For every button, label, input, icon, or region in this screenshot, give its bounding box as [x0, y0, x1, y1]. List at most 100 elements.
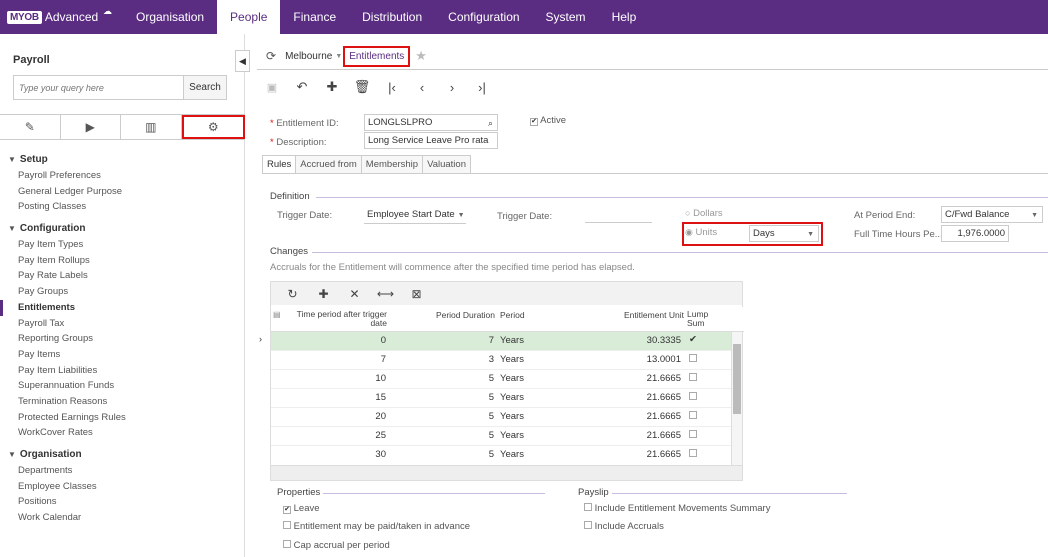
menu-distribution[interactable]: Distribution	[349, 0, 435, 34]
nav-item[interactable]: Pay Items	[0, 347, 245, 363]
include-movements-checkbox[interactable]: Include Entitlement Movements Summary	[584, 503, 770, 514]
units-select[interactable]: Days ▼	[749, 225, 819, 242]
cap-accrual-checkbox[interactable]: Cap accrual per period	[283, 540, 390, 551]
tab-membership[interactable]: Membership	[360, 155, 424, 173]
gear-icon[interactable]: ⚙	[181, 115, 245, 139]
collapse-sidebar-button[interactable]: ◀	[235, 50, 250, 72]
lump-sum-unchecked-icon[interactable]	[689, 449, 697, 460]
column-header[interactable]: Period Duration	[391, 310, 495, 320]
group-header[interactable]: ▼ Configuration	[0, 221, 245, 237]
nav-item[interactable]: Termination Reasons	[0, 394, 245, 410]
nav-item[interactable]: Positions	[0, 494, 245, 510]
delete-icon[interactable]: 🗑	[347, 79, 377, 95]
table-row[interactable]: 15 5 Years 21.6665	[271, 389, 731, 408]
active-checkbox[interactable]: ✔ Active	[530, 115, 566, 126]
tab-accrued-from[interactable]: Accrued from	[295, 155, 362, 173]
nav-item[interactable]: Posting Classes	[0, 199, 245, 215]
myob-logo[interactable]: MYOB Advanced ☁	[7, 0, 123, 34]
nav-item[interactable]: Payroll Tax	[0, 316, 245, 332]
nav-item[interactable]: Pay Rate Labels	[0, 268, 245, 284]
leave-checkbox[interactable]: ✔ Leave	[283, 503, 320, 514]
horizontal-scrollbar[interactable]	[271, 465, 742, 480]
previous-record-icon[interactable]: ‹	[407, 80, 437, 95]
group-header[interactable]: ▼ Setup	[0, 152, 245, 168]
lump-sum-unchecked-icon[interactable]	[689, 373, 697, 384]
export-icon[interactable]: ⊠	[401, 287, 432, 301]
nav-item[interactable]: General Ledger Purpose	[0, 184, 245, 200]
lump-sum-unchecked-icon[interactable]	[689, 392, 697, 403]
full-time-hours-field[interactable]: 1,976.0000	[941, 225, 1009, 242]
tab-rules[interactable]: Rules	[262, 155, 297, 173]
nav-item[interactable]: Work Calendar	[0, 510, 245, 526]
table-row[interactable]: 7 3 Years 13.0001	[271, 351, 731, 370]
search-icon[interactable]: ⌕	[488, 117, 493, 129]
menu-organisation[interactable]: Organisation	[123, 0, 217, 34]
group-header[interactable]: ▼ Organisation	[0, 447, 245, 463]
description-field[interactable]: Long Service Leave Pro rata	[364, 132, 498, 149]
nav-item[interactable]: Pay Groups	[0, 284, 245, 300]
lump-sum-unchecked-icon[interactable]	[689, 411, 697, 422]
trigger-date-2-field[interactable]	[585, 222, 652, 223]
nav-item[interactable]: Reporting Groups	[0, 331, 245, 347]
nav-item[interactable]: Superannuation Funds	[0, 378, 245, 394]
scrollbar-thumb[interactable]	[733, 344, 741, 414]
add-icon[interactable]: ✚	[317, 79, 347, 95]
undo-icon[interactable]: ↶	[287, 79, 317, 95]
save-icon[interactable]: ▣	[257, 81, 287, 94]
report-icon[interactable]: ▥	[121, 115, 182, 139]
last-record-icon[interactable]: ›|	[467, 80, 497, 95]
column-header[interactable]: Lump Sum	[687, 310, 713, 328]
search-button[interactable]: Search	[183, 76, 226, 99]
nav-item-entitlements[interactable]: Entitlements	[0, 299, 245, 316]
next-record-icon[interactable]: ›	[437, 80, 467, 95]
nav-item[interactable]: Pay Item Rollups	[0, 253, 245, 269]
vertical-scrollbar[interactable]	[731, 332, 742, 465]
column-header[interactable]: Period	[500, 310, 560, 320]
breadcrumb-location[interactable]: Melbourne	[285, 51, 332, 62]
menu-system[interactable]: System	[533, 0, 599, 34]
breadcrumb-screen[interactable]: Entitlements	[343, 45, 411, 67]
include-accruals-checkbox[interactable]: Include Accruals	[584, 521, 664, 532]
menu-help[interactable]: Help	[599, 0, 650, 34]
delete-row-icon[interactable]: ✕	[339, 287, 370, 301]
play-icon[interactable]: ▶	[61, 115, 121, 139]
star-icon[interactable]: ★	[415, 48, 427, 64]
dollars-radio[interactable]: ○ Dollars	[685, 208, 723, 219]
lump-sum-checked-icon[interactable]: ✔	[689, 334, 697, 345]
search-input[interactable]	[14, 76, 183, 99]
menu-people[interactable]: People	[217, 0, 281, 34]
table-row[interactable]: 25 5 Years 21.6665	[271, 427, 731, 446]
menu-finance[interactable]: Finance	[280, 0, 349, 34]
lump-sum-unchecked-icon[interactable]	[689, 354, 697, 365]
table-row[interactable]: 30 5 Years 21.6665	[271, 446, 731, 465]
lump-sum-unchecked-icon[interactable]	[689, 430, 697, 441]
chevron-down-icon[interactable]: ▼	[335, 53, 342, 60]
nav-item[interactable]: Departments	[0, 463, 245, 479]
table-row[interactable]: 20 5 Years 21.6665	[271, 408, 731, 427]
column-header[interactable]: Entitlement Unit	[571, 310, 684, 320]
trigger-date-select[interactable]: Employee Start Date ▼	[364, 207, 466, 224]
refresh-icon[interactable]: ⟳	[266, 49, 276, 63]
at-period-end-select[interactable]: C/Fwd Balance ▼	[941, 206, 1043, 223]
nav-item[interactable]: WorkCover Rates	[0, 425, 245, 441]
tab-valuation[interactable]: Valuation	[422, 155, 471, 173]
first-record-icon[interactable]: |‹	[377, 80, 407, 95]
table-row[interactable]: 10 5 Years 21.6665	[271, 370, 731, 389]
refresh-icon[interactable]: ↻	[277, 287, 308, 301]
nav-item[interactable]: Employee Classes	[0, 479, 245, 495]
form-toolbar: ▣ ↶ ✚ 🗑 |‹ ‹ › ›|	[257, 76, 1048, 98]
nav-item[interactable]: Pay Item Liabilities	[0, 363, 245, 379]
column-header[interactable]: Time period after trigger date	[291, 310, 387, 328]
column-settings-icon[interactable]: ▤	[273, 310, 281, 319]
pencil-icon[interactable]: ✎	[0, 115, 61, 139]
menu-configuration[interactable]: Configuration	[435, 0, 532, 34]
units-radio[interactable]: ◉ Units	[685, 227, 717, 238]
nav-item[interactable]: Payroll Preferences	[0, 168, 245, 184]
fit-columns-icon[interactable]: ⟷	[370, 287, 401, 301]
nav-item[interactable]: Protected Earnings Rules	[0, 410, 245, 426]
add-row-icon[interactable]: ✚	[308, 287, 339, 301]
table-row[interactable]: 0 7 Years 30.3335 ✔	[271, 332, 731, 351]
nav-item[interactable]: Pay Item Types	[0, 237, 245, 253]
entitlement-id-field[interactable]: LONGLSLPRO ⌕	[364, 114, 498, 131]
paid-in-advance-checkbox[interactable]: Entitlement may be paid/taken in advance	[283, 521, 470, 532]
